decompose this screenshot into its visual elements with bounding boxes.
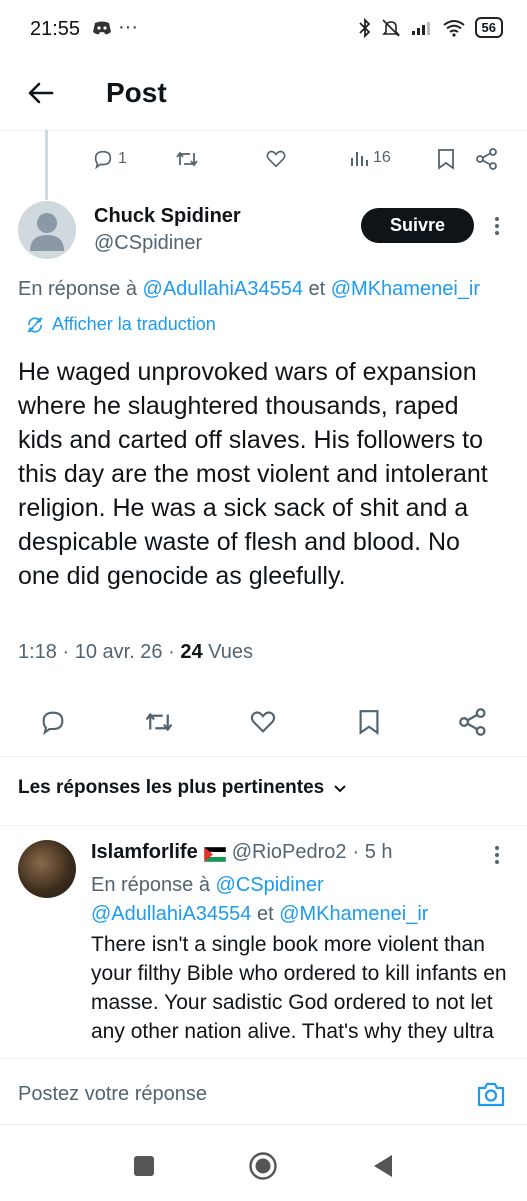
reply-text: There isn't a single book more violent t…	[91, 933, 507, 1043]
replies-sort-dropdown[interactable]: Les réponses les plus pertinentes	[18, 777, 348, 799]
reply-button[interactable]	[39, 708, 67, 741]
parent-retweet-button[interactable]	[175, 148, 199, 170]
parent-action-bar: 1 16	[0, 140, 527, 180]
sort-label: Les réponses les plus pertinentes	[18, 777, 325, 798]
reply-icon	[94, 150, 112, 170]
divider	[0, 756, 527, 757]
system-nav-bar	[0, 1124, 527, 1201]
reply-time: · 5 h	[352, 841, 393, 863]
share-icon	[476, 148, 497, 170]
bookmark-button[interactable]	[357, 708, 381, 741]
views-label: Vues	[202, 641, 253, 663]
top-header: Post	[0, 60, 527, 131]
translate-link[interactable]: Afficher la traduction	[26, 314, 216, 335]
signal-icon	[411, 21, 430, 35]
parent-reply-button[interactable]: 1	[92, 148, 127, 170]
retweet-button[interactable]	[144, 708, 174, 741]
wifi-icon	[442, 19, 465, 37]
divider	[0, 1058, 527, 1059]
share-icon	[459, 708, 486, 736]
home-icon[interactable]	[248, 1151, 278, 1186]
follow-button[interactable]: Suivre	[361, 208, 474, 243]
chevron-down-icon	[334, 785, 346, 793]
bluetooth-icon	[358, 17, 370, 38]
parent-views-count: 16	[373, 149, 391, 166]
reply-context: En réponse à @CSpidiner @AdullahiA34554 …	[91, 871, 511, 929]
page-title: Post	[106, 77, 167, 108]
mention-link[interactable]: @MKhamenei_ir	[279, 903, 428, 925]
avatar[interactable]	[18, 201, 76, 259]
parent-like-button[interactable]	[265, 148, 287, 170]
heart-icon	[250, 711, 276, 733]
more-icon: ···	[118, 16, 138, 38]
battery-icon: 56	[474, 17, 503, 38]
reply-icon	[42, 711, 64, 736]
reply-prefix: En réponse à	[91, 874, 216, 896]
heart-icon	[266, 150, 286, 168]
author-handle[interactable]: @CSpidiner	[94, 232, 202, 255]
views-count: 24	[180, 641, 203, 663]
translate-icon	[27, 316, 43, 333]
palestine-flag-icon	[203, 845, 226, 863]
tweet-timestamp[interactable]: 1:18 · 10 avr. 26 ·	[18, 641, 180, 663]
parent-views-button[interactable]: 16	[349, 148, 391, 168]
mention-link[interactable]: @CSpidiner	[216, 874, 324, 896]
discord-icon	[92, 20, 112, 41]
divider	[0, 825, 527, 826]
back-nav-icon[interactable]	[372, 1153, 394, 1184]
status-icons: 56	[358, 17, 503, 38]
views-icon	[351, 152, 368, 166]
camera-icon[interactable]	[476, 1080, 508, 1110]
status-time: 21:55	[30, 18, 81, 40]
reply-more-options-icon[interactable]	[490, 844, 504, 866]
share-button[interactable]	[459, 708, 487, 741]
reply-composer-input[interactable]: Postez votre réponse	[18, 1083, 207, 1106]
recents-icon[interactable]	[134, 1156, 154, 1176]
reply-and: et	[251, 903, 280, 925]
status-bar: 21:55 ··· 56	[0, 0, 527, 60]
reply-author-handle[interactable]: @RioPedro2	[232, 841, 347, 864]
reply-context: En réponse à @AdullahiA34554 et @MKhamen…	[18, 278, 480, 301]
parent-share-button[interactable]	[476, 148, 498, 170]
bookmark-icon	[359, 710, 379, 735]
parent-bookmark-button[interactable]	[436, 148, 456, 170]
back-arrow-icon[interactable]	[26, 78, 58, 110]
bookmark-icon	[438, 149, 454, 170]
more-options-icon[interactable]	[490, 214, 504, 238]
mention-link[interactable]: @AdullahiA34554	[91, 903, 251, 925]
tweet-action-bar	[0, 700, 527, 744]
mention-link[interactable]: @MKhamenei_ir	[331, 278, 480, 300]
tweet-text: He waged unprovoked wars of expansion wh…	[18, 358, 488, 590]
reply-author-name[interactable]: Islamforlife	[91, 841, 198, 864]
reply-prefix: En réponse à	[18, 278, 143, 300]
retweet-icon	[176, 151, 198, 167]
reply-and: et	[302, 278, 331, 300]
translate-label: Afficher la traduction	[52, 314, 216, 334]
reply-header: Islamforlife @RioPedro2 · 5 h	[91, 841, 393, 864]
author-name[interactable]: Chuck Spidiner	[94, 205, 241, 228]
mute-icon	[381, 18, 400, 37]
retweet-icon	[145, 712, 173, 732]
parent-reply-count: 1	[118, 150, 127, 167]
tweet-meta: 1:18 · 10 avr. 26 · 24 Vues	[18, 641, 253, 664]
reply-avatar[interactable]	[18, 840, 76, 898]
mention-link[interactable]: @AdullahiA34554	[143, 278, 303, 300]
like-button[interactable]	[249, 708, 277, 741]
